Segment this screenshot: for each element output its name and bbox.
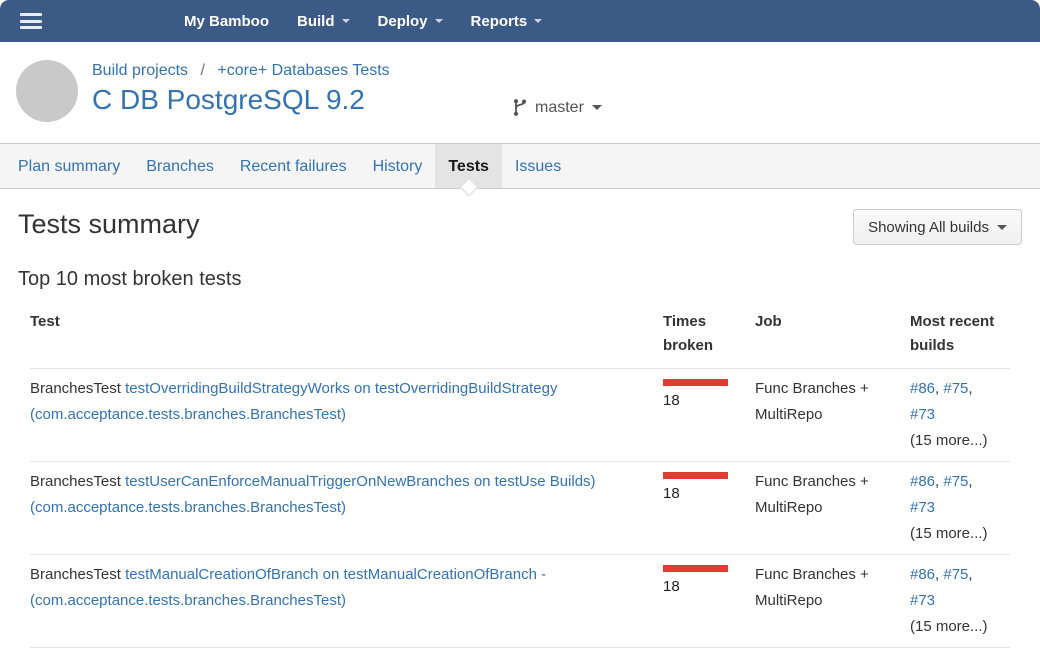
test-class-prefix: BranchesTest [30,380,121,397]
recent-builds-cell: #86, #75, #73 (15 more...) [910,369,1010,462]
column-header-most-recent-builds: Most recent builds [910,302,1010,369]
build-link[interactable]: #75 [943,380,968,397]
tab-branches[interactable]: Branches [133,144,227,188]
broken-frequency-bar [663,472,728,479]
times-broken-cell: 18 [663,555,755,648]
broken-frequency-bar [663,379,728,386]
top-navbar: My Bamboo Build Deploy Reports [0,0,1040,42]
column-header-job: Job [755,302,910,369]
build-link[interactable]: #73 [910,592,935,609]
broken-frequency-bar [663,565,728,572]
plan-header: Build projects / +core+ Databases Tests … [0,42,1040,143]
test-class-prefix: BranchesTest [30,473,121,490]
page-title: Tests summary [18,209,200,240]
chevron-down-icon [997,225,1007,230]
more-builds-link[interactable]: (15 more...) [910,428,998,454]
active-tab-notch [460,180,477,197]
tab-issues[interactable]: Issues [502,144,574,188]
tab-tests[interactable]: Tests [435,144,502,188]
plan-tab-bar: Plan summary Branches Recent failures Hi… [0,143,1040,189]
nav-links: My Bamboo Build Deploy Reports [170,0,556,42]
nav-item-deploy[interactable]: Deploy [364,0,457,42]
chevron-down-icon [435,19,443,23]
table-row: BranchesTest testUserCanEnforceManualTri… [30,462,1010,555]
recent-builds-cell: #86, #75, #73 (15 more...) [910,462,1010,555]
build-link-separator: , [968,473,972,490]
table-header-row: Test Times broken Job Most recent builds [30,302,1010,369]
tab-plan-summary[interactable]: Plan summary [5,144,133,188]
column-header-times-broken: Times broken [663,302,755,369]
build-link[interactable]: #86 [910,473,935,490]
build-link-separator: , [968,566,972,583]
test-cell: BranchesTest testManualCreationOfBranch … [30,555,663,648]
build-link[interactable]: #73 [910,406,935,423]
more-builds-link[interactable]: (15 more...) [910,521,998,547]
breadcrumb-link-project[interactable]: +core+ Databases Tests [217,62,389,79]
times-broken-cell: 18 [663,369,755,462]
times-broken-value: 18 [663,481,743,507]
build-link[interactable]: #86 [910,380,935,397]
main-content: Tests summary Showing All builds Top 10 … [0,209,1040,648]
recent-builds-cell: #86, #75, #73 (15 more...) [910,555,1010,648]
showing-builds-filter-button[interactable]: Showing All builds [853,209,1022,245]
build-link-separator: , [968,380,972,397]
job-cell: Func Branches + MultiRepo [755,555,910,648]
breadcrumb-separator: / [201,62,205,79]
tab-history[interactable]: History [360,144,436,188]
build-link[interactable]: #73 [910,499,935,516]
job-cell: Func Branches + MultiRepo [755,369,910,462]
git-branch-icon [512,98,528,117]
section-title: Top 10 most broken tests [18,268,1022,291]
table-row: BranchesTest testManualCreationOfBranch … [30,555,1010,648]
times-broken-value: 18 [663,388,743,414]
test-class-prefix: BranchesTest [30,566,121,583]
build-link[interactable]: #75 [943,566,968,583]
nav-item-build[interactable]: Build [283,0,364,42]
filter-button-label: Showing All builds [868,219,989,236]
table-row: BranchesTest testOverridingBuildStrategy… [30,369,1010,462]
tab-recent-failures[interactable]: Recent failures [227,144,360,188]
times-broken-value: 18 [663,574,743,600]
branch-selector[interactable]: master [512,98,602,117]
times-broken-cell: 18 [663,462,755,555]
nav-item-label: Reports [471,13,528,30]
nav-item-my-bamboo[interactable]: My Bamboo [170,0,283,42]
chevron-down-icon [534,19,542,23]
more-builds-link[interactable]: (15 more...) [910,614,998,640]
branch-name: master [535,99,584,117]
job-cell: Func Branches + MultiRepo [755,462,910,555]
test-cell: BranchesTest testUserCanEnforceManualTri… [30,462,663,555]
bamboo-window: My Bamboo Build Deploy Reports Build pro… [0,0,1040,648]
chevron-down-icon [342,19,350,23]
nav-item-label: Build [297,13,335,30]
breadcrumb-link-build-projects[interactable]: Build projects [92,62,188,79]
build-link[interactable]: #75 [943,473,968,490]
nav-item-reports[interactable]: Reports [457,0,557,42]
tab-tests-label: Tests [448,158,489,175]
nav-item-label: Deploy [378,13,428,30]
breadcrumb: Build projects / +core+ Databases Tests [92,62,1040,80]
plan-avatar [16,60,78,122]
column-header-test: Test [30,302,663,369]
test-cell: BranchesTest testOverridingBuildStrategy… [30,369,663,462]
build-link[interactable]: #86 [910,566,935,583]
nav-item-label: My Bamboo [184,13,269,30]
broken-tests-table: Test Times broken Job Most recent builds… [30,302,1010,648]
menu-icon[interactable] [20,13,42,29]
chevron-down-icon [592,105,602,110]
